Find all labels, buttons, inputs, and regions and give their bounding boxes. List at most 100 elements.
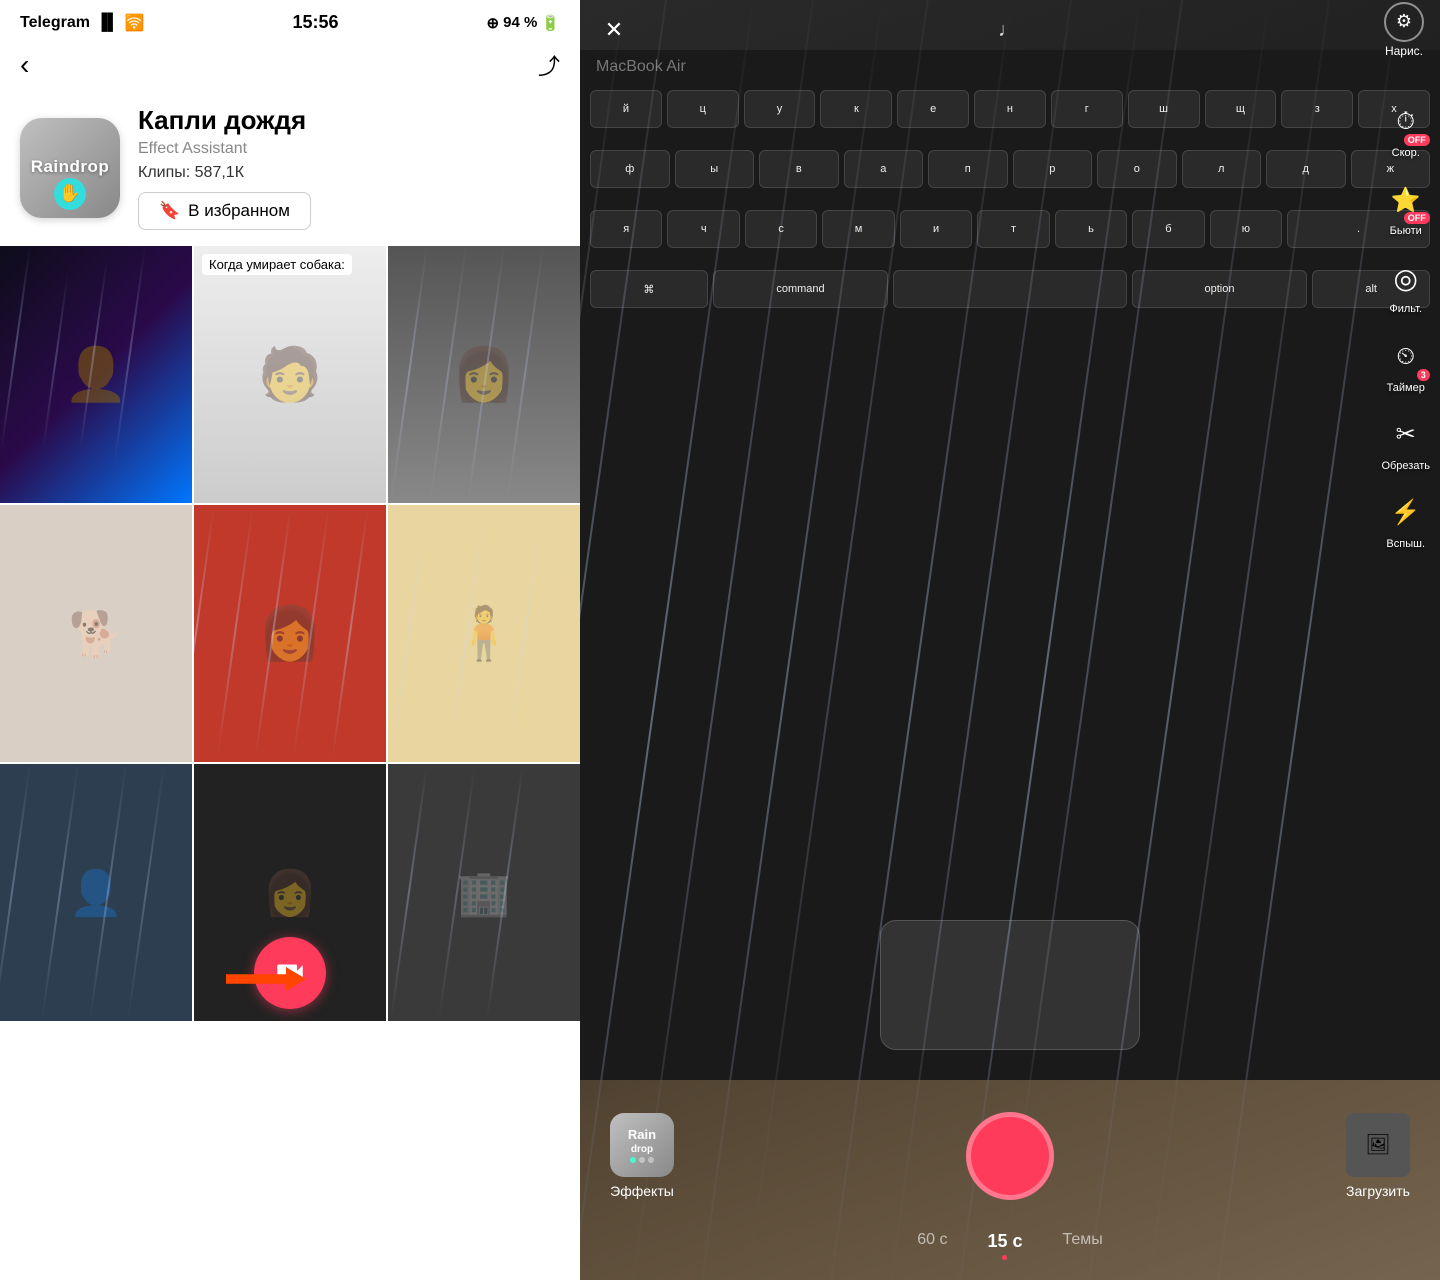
key: о [1097,150,1177,188]
camera-bottom-main: Rain drop Эффекты 🖼 Загрузить [580,1080,1440,1231]
key: а [844,150,924,188]
key: к [820,90,892,128]
app-clips: Клипы: 587,1К [138,164,311,182]
status-bar-right: ⊕ 94 % 🔋 [487,14,560,32]
grid-item[interactable]: 👤 [0,764,192,1021]
beauty-label: Бьюти [1390,225,1422,238]
dot-active [630,1157,636,1163]
back-button[interactable]: ‹ [20,49,29,81]
app-author: Effect Assistant [138,140,311,158]
upload-label: Загрузить [1346,1183,1410,1199]
duration-60[interactable]: 60 с [917,1231,947,1260]
duration-15-value: 15 с [987,1231,1022,1251]
key: ш [1128,90,1200,128]
share-button[interactable]: ⤴ [538,49,560,81]
grid-bg: 🧍 [388,505,580,762]
key: ф [590,150,670,188]
beauty-badge: OFF [1404,212,1430,224]
grid-bg: 🧑 [194,246,386,503]
signal-icon: ▐▌ [96,14,119,32]
effect-icon: Rain drop [610,1113,674,1177]
filter-control[interactable]: ◎ Фильт. [1384,256,1428,316]
grid-item[interactable]: 🧑 Когда умирает собака: [194,246,386,503]
effects-label: Эффекты [610,1183,674,1199]
key: ы [675,150,755,188]
key: ⌘ [590,270,708,308]
camera-settings-button[interactable]: ⚙ [1384,2,1424,42]
grid-item[interactable]: 👩 [194,764,386,1021]
key: в [759,150,839,188]
app-meta: Капли дождя Effect Assistant Клипы: 587,… [138,105,311,230]
grid-item[interactable]: 🐕 [0,505,192,762]
camera-top-bar: ✕ ♩ ⚙ Нарис. [580,0,1440,60]
key [893,270,1126,308]
grid-label: Когда умирает собака: [202,254,352,275]
trim-control[interactable]: ✂ Обрезать [1381,413,1430,473]
key: и [900,210,972,248]
filter-icon: ◎ [1384,256,1428,300]
key: ь [1055,210,1127,248]
app-info: Raindrop ✋ Капли дождя Effect Assistant … [0,89,580,246]
duration-15[interactable]: 15 с [987,1231,1022,1260]
grid-item[interactable]: 👩 [194,505,386,762]
app-icon-badge: ✋ [54,178,86,210]
status-bar: Telegram ▐▌ 🛜 15:56 ⊕ 94 % 🔋 [0,0,580,41]
key-row-3: я ч с м и т ь б ю . [590,210,1430,248]
flash-control[interactable]: ⚡ Вспыш. [1384,491,1428,551]
key-row-1: й ц у к е н г ш щ з х [590,90,1430,128]
trim-label: Обрезать [1381,460,1430,473]
key: е [897,90,969,128]
speed-label: Скор. [1392,147,1420,160]
timer-badge: 3 [1417,369,1430,381]
grid-item[interactable]: 👤 [0,246,192,503]
key: я [590,210,662,248]
right-panel: MacBook Air й ц у к е н г ш щ з х ф ы в … [580,0,1440,1280]
key: п [928,150,1008,188]
macbook-label: MacBook Air [596,58,686,76]
key: д [1266,150,1346,188]
timer-label: Таймер [1387,382,1425,395]
key: н [974,90,1046,128]
camera-bottom-bar: Rain drop Эффекты 🖼 Загрузить [580,1080,1440,1280]
timer-control[interactable]: ⏲ 3 Таймер [1384,335,1428,395]
key: г [1051,90,1123,128]
status-time: 15:56 [293,12,339,33]
key: р [1013,150,1093,188]
key: б [1132,210,1204,248]
flash-label: Вспыш. [1386,538,1425,551]
grid-item[interactable]: 🏢 [388,764,580,1021]
effect-sub: drop [631,1144,653,1155]
grid-item[interactable]: 👩 [388,246,580,503]
battery-icon: 🔋 [541,14,560,32]
app-title: Капли дождя [138,105,311,136]
key: ю [1210,210,1282,248]
trackpad [880,920,1140,1050]
camera-top-right: ⚙ Нарис. [1384,2,1424,58]
app-icon-text: Raindrop [31,158,110,177]
key: л [1182,150,1262,188]
arrow-shape [226,967,306,991]
keyboard-area: MacBook Air й ц у к е н г ш щ з х ф ы в … [580,50,1440,1080]
favorite-button[interactable]: 🔖 В избранном [138,192,311,230]
beauty-control[interactable]: ⭐ OFF Бьюти [1384,178,1428,238]
grid-item[interactable]: 🧍 [388,505,580,762]
key: ч [667,210,739,248]
carrier-text: Telegram [20,14,90,32]
upload-button[interactable]: 🖼 Загрузить [1346,1113,1410,1199]
speed-control[interactable]: ⏱ OFF Скор. [1384,100,1428,160]
duration-themes[interactable]: Темы [1063,1231,1103,1260]
effects-button[interactable]: Rain drop Эффекты [610,1113,674,1199]
key: command [713,270,889,308]
duration-bar: 60 с 15 с Темы [580,1231,1440,1280]
flash-icon: ⚡ [1384,491,1428,535]
key: й [590,90,662,128]
key: т [977,210,1049,248]
close-button[interactable]: ✕ [596,12,632,48]
dot-inactive [648,1157,654,1163]
video-grid: 👤 🧑 Когда умирает собака: 👩 [0,246,580,1280]
music-button[interactable]: ♩ [998,19,1018,42]
record-button-main[interactable] [966,1112,1054,1200]
grid-bg: 👤 [0,246,192,503]
key: у [744,90,816,128]
photo-icon: 🖼 [1365,1132,1390,1157]
